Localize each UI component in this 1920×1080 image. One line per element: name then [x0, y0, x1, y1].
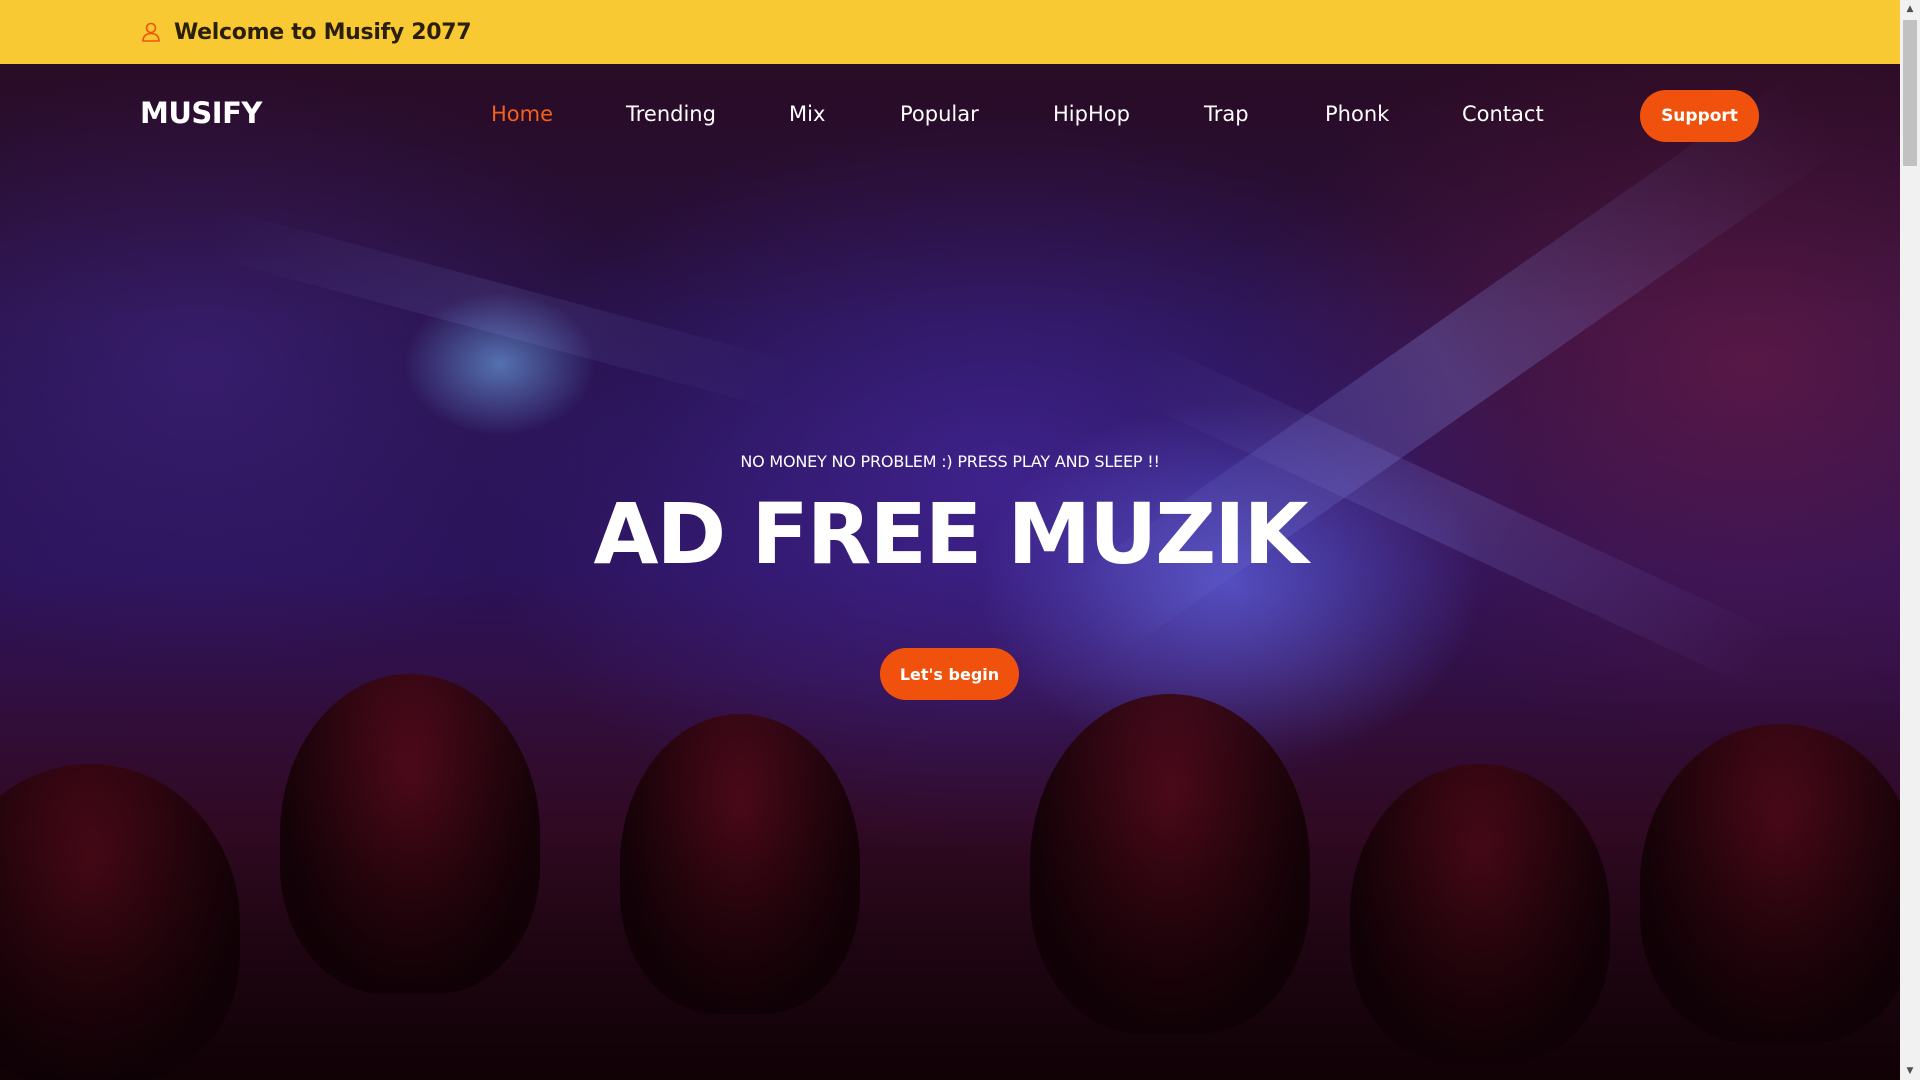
nav-link-trending[interactable]: Trending — [626, 102, 716, 126]
nav-link-phonk[interactable]: Phonk — [1325, 102, 1389, 126]
page-scrollbar[interactable]: ▲ ▼ — [1900, 0, 1920, 1080]
main-navbar: MUSIFY Home Trending Mix Popular HipHop … — [0, 64, 1900, 168]
page: Welcome to Musify 2077 MUSIFY Home Trend… — [0, 0, 1920, 1080]
nav-link-mix[interactable]: Mix — [789, 102, 825, 126]
scroll-down-arrow-icon[interactable]: ▼ — [1900, 1062, 1920, 1080]
nav-link-popular[interactable]: Popular — [900, 102, 979, 126]
lets-begin-button[interactable]: Let's begin — [880, 648, 1019, 700]
hero-headline: AD FREE MUZIK — [593, 485, 1308, 583]
user-icon — [140, 21, 162, 43]
nav-link-trap[interactable]: Trap — [1204, 102, 1249, 126]
nav-link-contact[interactable]: Contact — [1462, 102, 1544, 126]
nav-link-home[interactable]: Home — [491, 102, 553, 126]
welcome-text: Welcome to Musify 2077 — [174, 19, 472, 45]
hero-tagline: NO MONEY NO PROBLEM :) PRESS PLAY AND SL… — [740, 452, 1160, 471]
site-logo[interactable]: MUSIFY — [140, 96, 262, 130]
welcome-bar: Welcome to Musify 2077 — [0, 0, 1900, 64]
scrollbar-thumb[interactable] — [1903, 20, 1917, 166]
nav-link-hiphop[interactable]: HipHop — [1053, 102, 1130, 126]
scroll-up-arrow-icon[interactable]: ▲ — [1900, 0, 1920, 18]
support-button[interactable]: Support — [1640, 90, 1759, 142]
